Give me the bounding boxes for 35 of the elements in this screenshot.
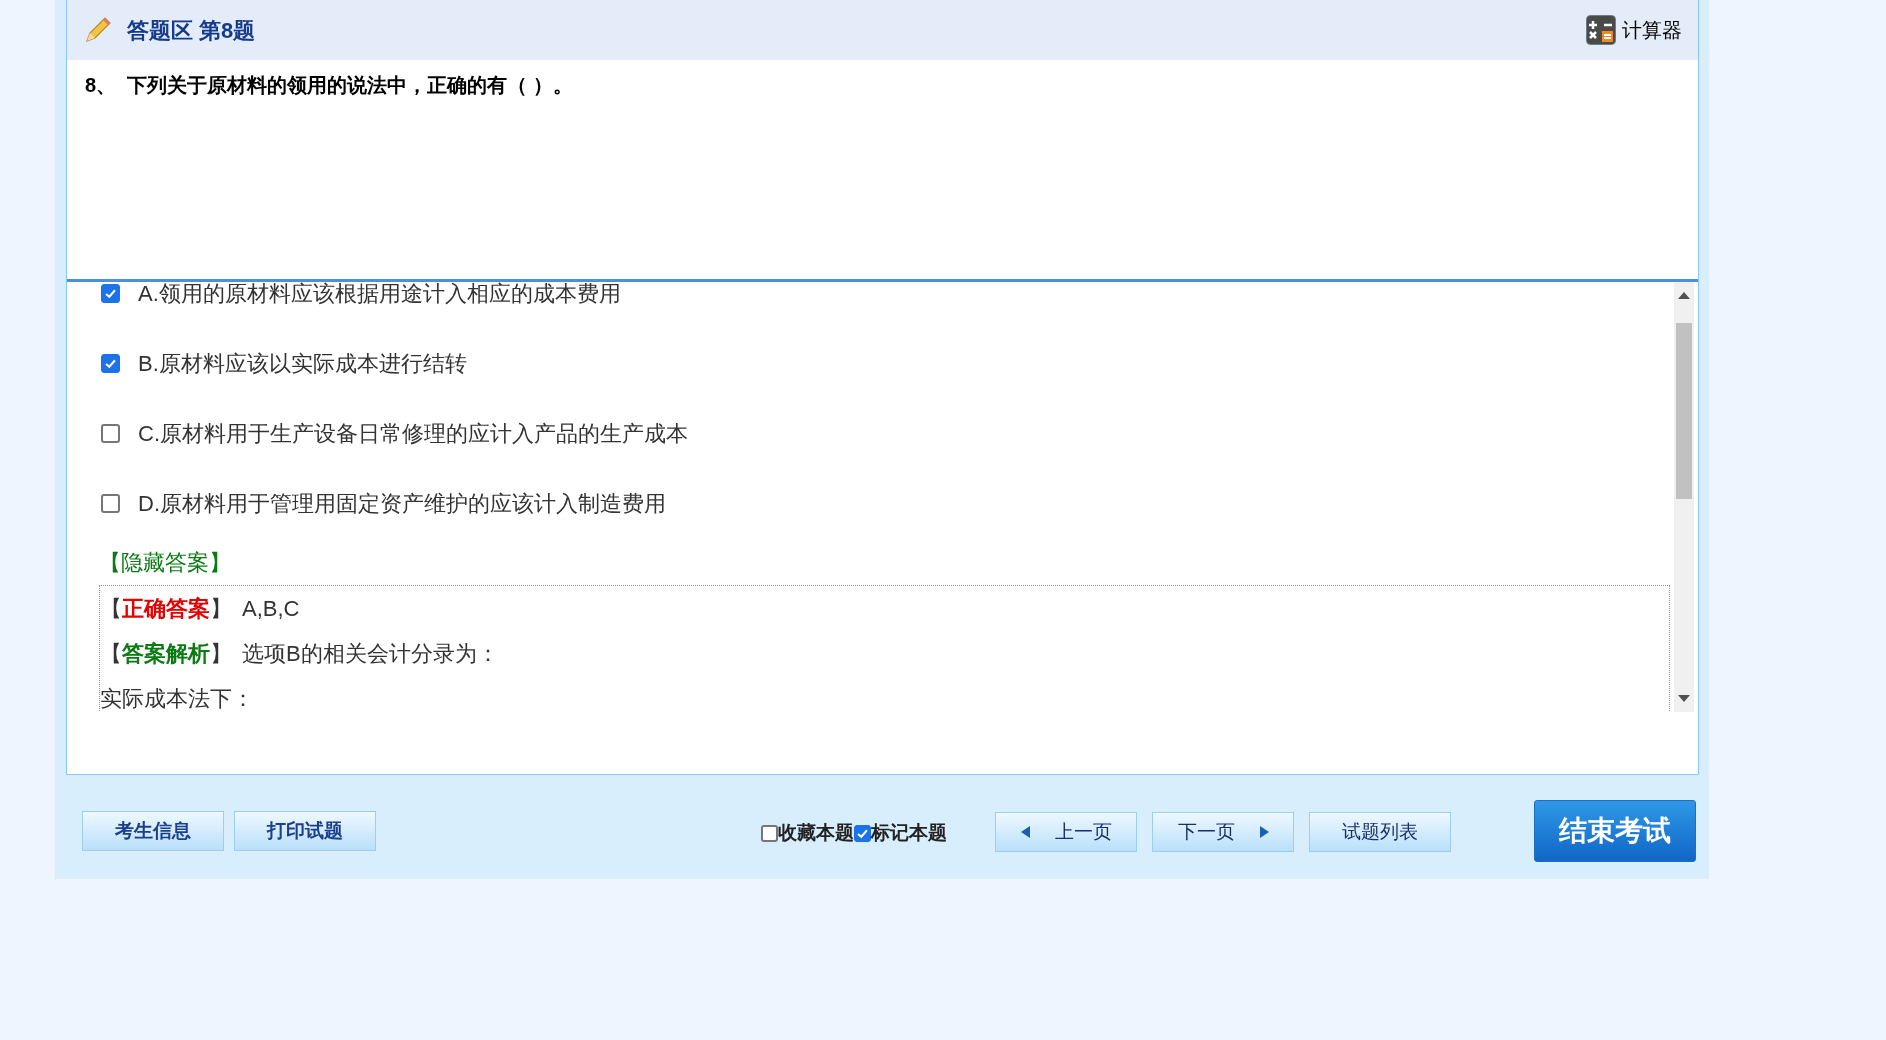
analysis-text: 选项B的相关会计分录为： xyxy=(242,640,499,668)
correct-answer-value: A,B,C xyxy=(242,595,300,623)
scroll-up-arrow-icon[interactable] xyxy=(1678,292,1690,299)
checkbox-label[interactable]: 收藏本题 xyxy=(778,818,854,848)
next-page-button[interactable]: 下一页 xyxy=(1152,812,1294,852)
footer-button[interactable]: 考生信息 xyxy=(82,811,224,851)
correct-answer-label: 【正确答案】 xyxy=(100,595,232,623)
option-text[interactable]: C.原材料用于生产设备日常修理的应计入产品的生产成本 xyxy=(138,416,688,450)
question-list-button[interactable]: 试题列表 xyxy=(1309,812,1451,852)
option-text[interactable]: A.领用的原材料应该根据用途计入相应的成本费用 xyxy=(138,282,621,310)
pencil-icon xyxy=(83,15,113,45)
scrollbar-thumb[interactable] xyxy=(1676,323,1692,499)
analysis-label: 【答案解析】 xyxy=(100,640,232,668)
scroll-down-arrow-icon[interactable] xyxy=(1678,695,1690,702)
calculator-label[interactable]: 计算器 xyxy=(1622,15,1682,45)
scrollbar[interactable] xyxy=(1674,282,1694,712)
checkbox[interactable] xyxy=(101,423,120,443)
option-text[interactable]: B.原材料应该以实际成本进行结转 xyxy=(138,346,467,380)
question-text: 8、 下列关于原材料的领用的说法中，正确的有（ ）。 xyxy=(85,73,574,98)
option-text[interactable]: D.原材料用于管理用固定资产维护的应该计入制造费用 xyxy=(138,486,666,520)
left-triangle-icon xyxy=(1020,826,1031,838)
header-title: 答题区 第8题 xyxy=(127,16,256,45)
calculator-icon[interactable] xyxy=(1586,15,1616,45)
checkbox[interactable] xyxy=(761,824,778,842)
footer-button[interactable]: 打印试题 xyxy=(234,811,376,851)
checkbox[interactable] xyxy=(101,493,120,513)
checkbox-label[interactable]: 标记本题 xyxy=(871,818,947,848)
end-exam-button[interactable]: 结束考试 xyxy=(1534,800,1696,862)
checkbox[interactable] xyxy=(101,283,120,303)
analysis-line: 实际成本法下： xyxy=(100,685,255,712)
checkbox[interactable] xyxy=(854,824,871,842)
hide-answer-link[interactable]: 【隐藏答案】 xyxy=(99,550,231,575)
prev-page-button[interactable]: 上一页 xyxy=(995,812,1137,852)
right-triangle-icon xyxy=(1258,826,1269,838)
checkbox[interactable] xyxy=(101,353,120,373)
